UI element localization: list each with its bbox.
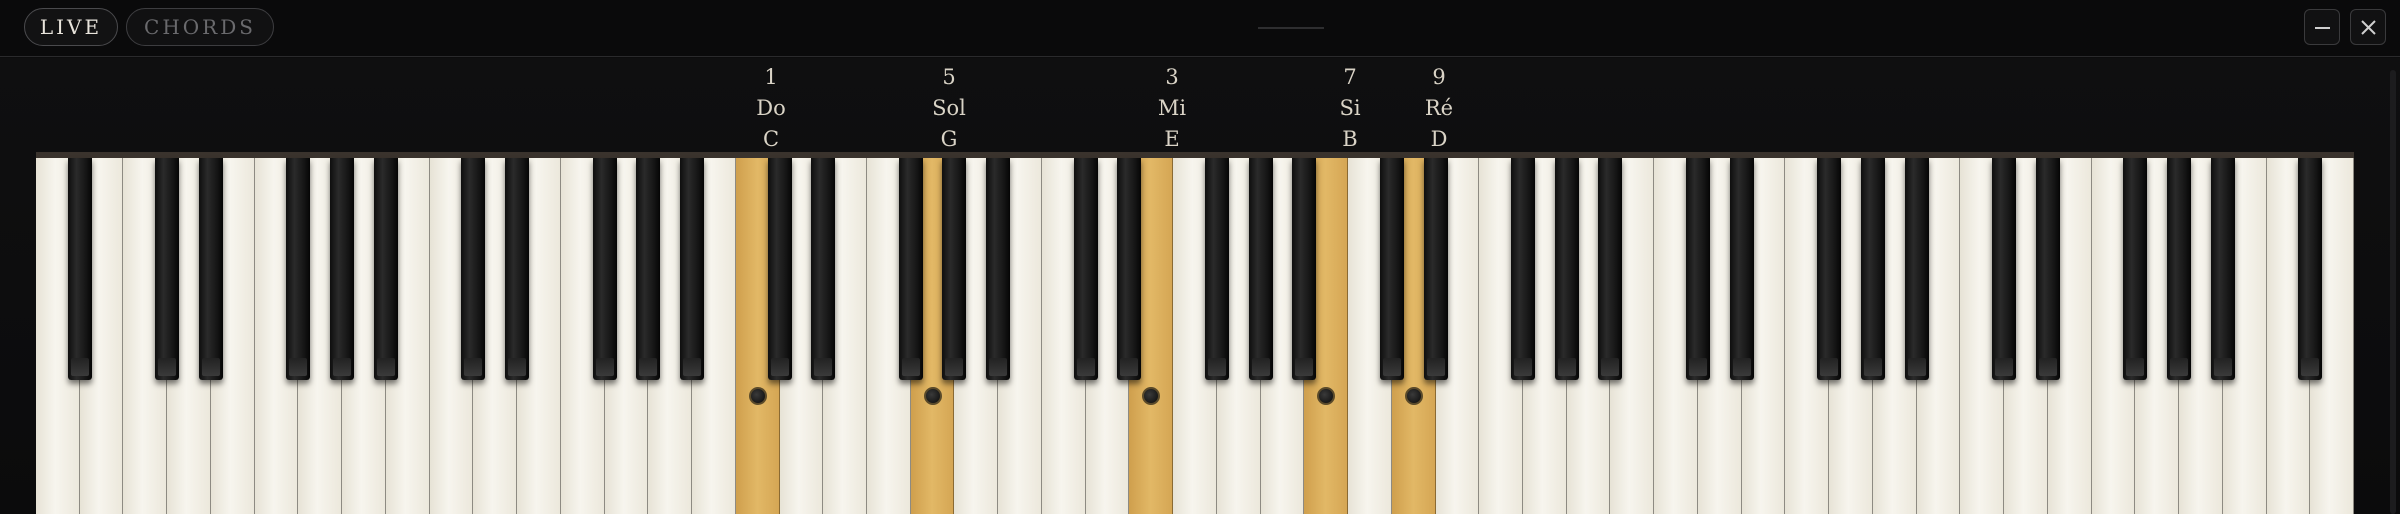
minimize-button[interactable] [2304, 9, 2340, 45]
note-degree: 3 [1165, 65, 1179, 89]
black-key[interactable] [1292, 158, 1317, 380]
note-label: 5 Sol G [909, 62, 989, 155]
scrollbar[interactable] [2390, 70, 2396, 514]
black-key[interactable] [986, 158, 1011, 380]
note-label: 7 Si B [1310, 62, 1390, 155]
note-solfege: Ré [1424, 96, 1454, 120]
active-note-marker [923, 387, 942, 405]
drag-handle[interactable] [1258, 27, 1324, 29]
black-key[interactable] [330, 158, 355, 380]
black-key[interactable] [1860, 158, 1885, 380]
black-key[interactable] [67, 158, 92, 380]
black-key[interactable] [1554, 158, 1579, 380]
black-key[interactable] [286, 158, 311, 380]
black-key[interactable] [680, 158, 705, 380]
black-key[interactable] [2298, 158, 2323, 380]
black-key[interactable] [461, 158, 486, 380]
note-degree: 7 [1343, 65, 1357, 89]
note-degree: 1 [764, 65, 778, 89]
black-key[interactable] [767, 158, 792, 380]
active-note-marker [748, 387, 767, 405]
black-key[interactable] [2210, 158, 2235, 380]
black-key[interactable] [592, 158, 617, 380]
active-note-marker [1404, 387, 1423, 405]
black-key[interactable] [1685, 158, 1710, 380]
black-key[interactable] [2167, 158, 2192, 380]
tab-live[interactable]: LIVE [24, 8, 118, 46]
title-bar: LIVE CHORDS [0, 0, 2400, 57]
black-key[interactable] [942, 158, 967, 380]
note-letter: E [1164, 127, 1180, 151]
note-label: 3 Mi E [1132, 62, 1212, 155]
black-key[interactable] [155, 158, 180, 380]
black-key[interactable] [2123, 158, 2148, 380]
black-key[interactable] [505, 158, 530, 380]
note-letter: C [762, 127, 780, 151]
black-key[interactable] [636, 158, 661, 380]
black-key[interactable] [1379, 158, 1404, 380]
black-key[interactable] [1073, 158, 1098, 380]
note-solfege: Do [756, 96, 786, 120]
black-key[interactable] [373, 158, 398, 380]
black-key[interactable] [2035, 158, 2060, 380]
note-degree: 5 [942, 65, 956, 89]
note-label: 1 Do C [731, 62, 811, 155]
black-key[interactable] [198, 158, 223, 380]
note-letter: D [1430, 127, 1448, 151]
note-letter: B [1342, 127, 1358, 151]
black-key[interactable] [1729, 158, 1754, 380]
note-letter: G [940, 127, 958, 151]
close-icon [2361, 20, 2376, 35]
note-solfege: Mi [1157, 96, 1187, 120]
black-key[interactable] [1248, 158, 1273, 380]
black-key[interactable] [1992, 158, 2017, 380]
note-label: 9 Ré D [1399, 62, 1479, 155]
black-key[interactable] [1117, 158, 1142, 380]
black-key[interactable] [1598, 158, 1623, 380]
black-key[interactable] [811, 158, 836, 380]
black-key[interactable] [1511, 158, 1536, 380]
black-key[interactable] [898, 158, 923, 380]
close-button[interactable] [2350, 9, 2386, 45]
minimize-icon [2315, 27, 2330, 29]
black-key[interactable] [1204, 158, 1229, 380]
black-key[interactable] [1423, 158, 1448, 380]
tab-chords[interactable]: CHORDS [126, 8, 274, 46]
note-solfege: Si [1339, 96, 1361, 120]
black-key[interactable] [1817, 158, 1842, 380]
black-key[interactable] [1904, 158, 1929, 380]
note-solfege: Sol [932, 96, 966, 120]
note-degree: 9 [1432, 65, 1446, 89]
